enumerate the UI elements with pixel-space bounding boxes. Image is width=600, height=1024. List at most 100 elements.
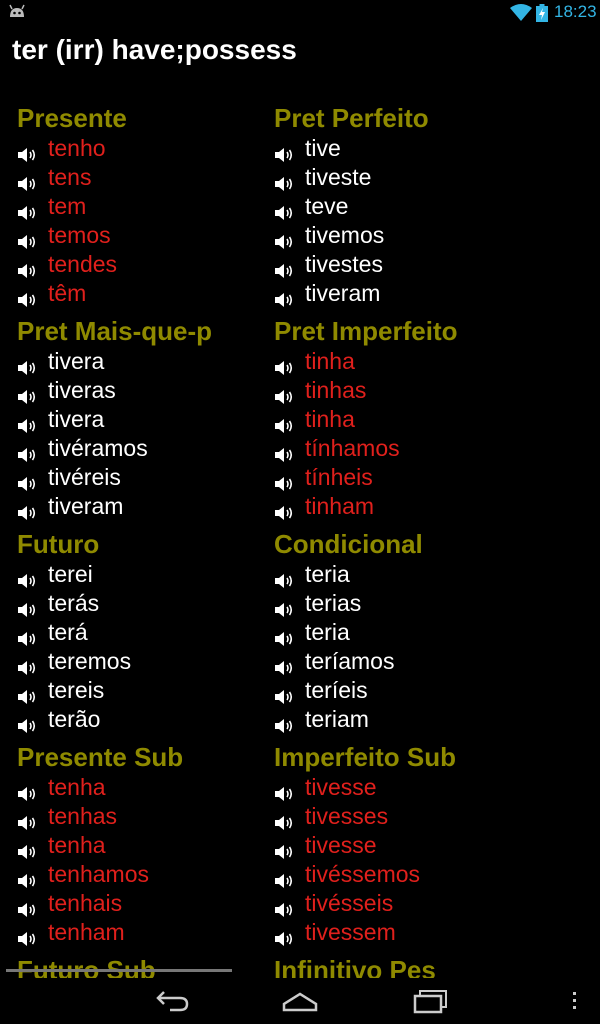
speaker-icon[interactable] (274, 170, 294, 191)
conjugation-row[interactable]: tinha (274, 405, 524, 434)
speaker-icon[interactable] (274, 354, 294, 375)
conjugation-row[interactable]: teriam (274, 705, 524, 734)
conjugation-row[interactable]: tinha (274, 347, 524, 376)
conjugation-row[interactable]: tens (17, 163, 267, 192)
conjugation-row[interactable]: tenha (17, 831, 267, 860)
speaker-icon[interactable] (274, 925, 294, 946)
speaker-icon[interactable] (17, 257, 37, 278)
speaker-icon[interactable] (17, 286, 37, 307)
conjugation-row[interactable]: tenham (17, 918, 267, 947)
speaker-icon[interactable] (17, 712, 37, 733)
speaker-icon[interactable] (274, 596, 294, 617)
speaker-icon[interactable] (17, 867, 37, 888)
conjugation-row[interactable]: tivestes (274, 250, 524, 279)
speaker-icon[interactable] (17, 780, 37, 801)
conjugation-row[interactable]: tenho (17, 134, 267, 163)
conjugation-row[interactable]: tinhas (274, 376, 524, 405)
speaker-icon[interactable] (274, 383, 294, 404)
speaker-icon[interactable] (17, 141, 37, 162)
conjugation-row[interactable]: tenha (17, 773, 267, 802)
speaker-icon[interactable] (17, 596, 37, 617)
speaker-icon[interactable] (17, 354, 37, 375)
speaker-icon[interactable] (17, 441, 37, 462)
conjugation-row[interactable]: teríamos (274, 647, 524, 676)
speaker-icon[interactable] (17, 199, 37, 220)
conjugation-row[interactable]: tiveras (17, 376, 267, 405)
speaker-icon[interactable] (17, 809, 37, 830)
speaker-icon[interactable] (274, 625, 294, 646)
conjugation-row[interactable]: teremos (17, 647, 267, 676)
speaker-icon[interactable] (17, 383, 37, 404)
conjugation-row[interactable]: teria (274, 618, 524, 647)
conjugation-row[interactable]: tiveste (274, 163, 524, 192)
speaker-icon[interactable] (17, 625, 37, 646)
conjugation-row[interactable]: terás (17, 589, 267, 618)
conjugation-row[interactable]: tive (274, 134, 524, 163)
conjugation-row[interactable]: teve (274, 192, 524, 221)
speaker-icon[interactable] (274, 867, 294, 888)
conjugation-row[interactable]: temos (17, 221, 267, 250)
conjugation-row[interactable]: terão (17, 705, 267, 734)
conjugation-row[interactable]: tenhais (17, 889, 267, 918)
overflow-menu-icon[interactable] (568, 990, 580, 1014)
conjugation-row[interactable]: tinham (274, 492, 524, 521)
conjugation-row[interactable]: tivéramos (17, 434, 267, 463)
conjugation-row[interactable]: tenhamos (17, 860, 267, 889)
recent-apps-icon[interactable] (411, 984, 449, 1016)
conjugation-row[interactable]: tivésseis (274, 889, 524, 918)
speaker-icon[interactable] (274, 780, 294, 801)
conjugation-row[interactable]: tivera (17, 405, 267, 434)
speaker-icon[interactable] (17, 683, 37, 704)
speaker-icon[interactable] (274, 499, 294, 520)
conjugation-row[interactable]: terias (274, 589, 524, 618)
speaker-icon[interactable] (274, 412, 294, 433)
conjugation-row[interactable]: tivemos (274, 221, 524, 250)
conjugation-row[interactable]: tínhamos (274, 434, 524, 463)
speaker-icon[interactable] (274, 809, 294, 830)
conjugation-row[interactable]: tem (17, 192, 267, 221)
conjugation-row[interactable]: terá (17, 618, 267, 647)
speaker-icon[interactable] (274, 141, 294, 162)
speaker-icon[interactable] (17, 654, 37, 675)
speaker-icon[interactable] (274, 683, 294, 704)
conjugation-row[interactable]: tendes (17, 250, 267, 279)
speaker-icon[interactable] (274, 441, 294, 462)
conjugation-row[interactable]: tivesse (274, 773, 524, 802)
conjugation-row[interactable]: tivéssemos (274, 860, 524, 889)
conjugation-row[interactable]: têm (17, 279, 267, 308)
speaker-icon[interactable] (274, 470, 294, 491)
speaker-icon[interactable] (17, 925, 37, 946)
conjugation-content[interactable]: Presente tenho tens tem temos tendes têm Pret P… (0, 98, 600, 978)
speaker-icon[interactable] (274, 228, 294, 249)
back-icon[interactable] (154, 984, 190, 1016)
speaker-icon[interactable] (17, 499, 37, 520)
conjugation-row[interactable]: tínheis (274, 463, 524, 492)
speaker-icon[interactable] (17, 896, 37, 917)
conjugation-row[interactable]: teria (274, 560, 524, 589)
speaker-icon[interactable] (17, 567, 37, 588)
speaker-icon[interactable] (274, 257, 294, 278)
conjugation-row[interactable]: tereis (17, 676, 267, 705)
speaker-icon[interactable] (17, 470, 37, 491)
conjugation-row[interactable]: tenhas (17, 802, 267, 831)
conjugation-row[interactable]: tivera (17, 347, 267, 376)
conjugation-row[interactable]: tiveram (274, 279, 524, 308)
conjugation-row[interactable]: teríeis (274, 676, 524, 705)
speaker-icon[interactable] (274, 712, 294, 733)
speaker-icon[interactable] (17, 228, 37, 249)
conjugation-row[interactable]: tivessem (274, 918, 524, 947)
conjugation-row[interactable]: tivéreis (17, 463, 267, 492)
home-icon[interactable] (281, 984, 319, 1016)
conjugation-row[interactable]: tivesses (274, 802, 524, 831)
speaker-icon[interactable] (274, 567, 294, 588)
speaker-icon[interactable] (274, 654, 294, 675)
speaker-icon[interactable] (17, 170, 37, 191)
speaker-icon[interactable] (274, 286, 294, 307)
speaker-icon[interactable] (17, 412, 37, 433)
speaker-icon[interactable] (274, 199, 294, 220)
conjugation-row[interactable]: tiveram (17, 492, 267, 521)
conjugation-row[interactable]: terei (17, 560, 267, 589)
conjugation-row[interactable]: tivesse (274, 831, 524, 860)
speaker-icon[interactable] (274, 896, 294, 917)
speaker-icon[interactable] (17, 838, 37, 859)
